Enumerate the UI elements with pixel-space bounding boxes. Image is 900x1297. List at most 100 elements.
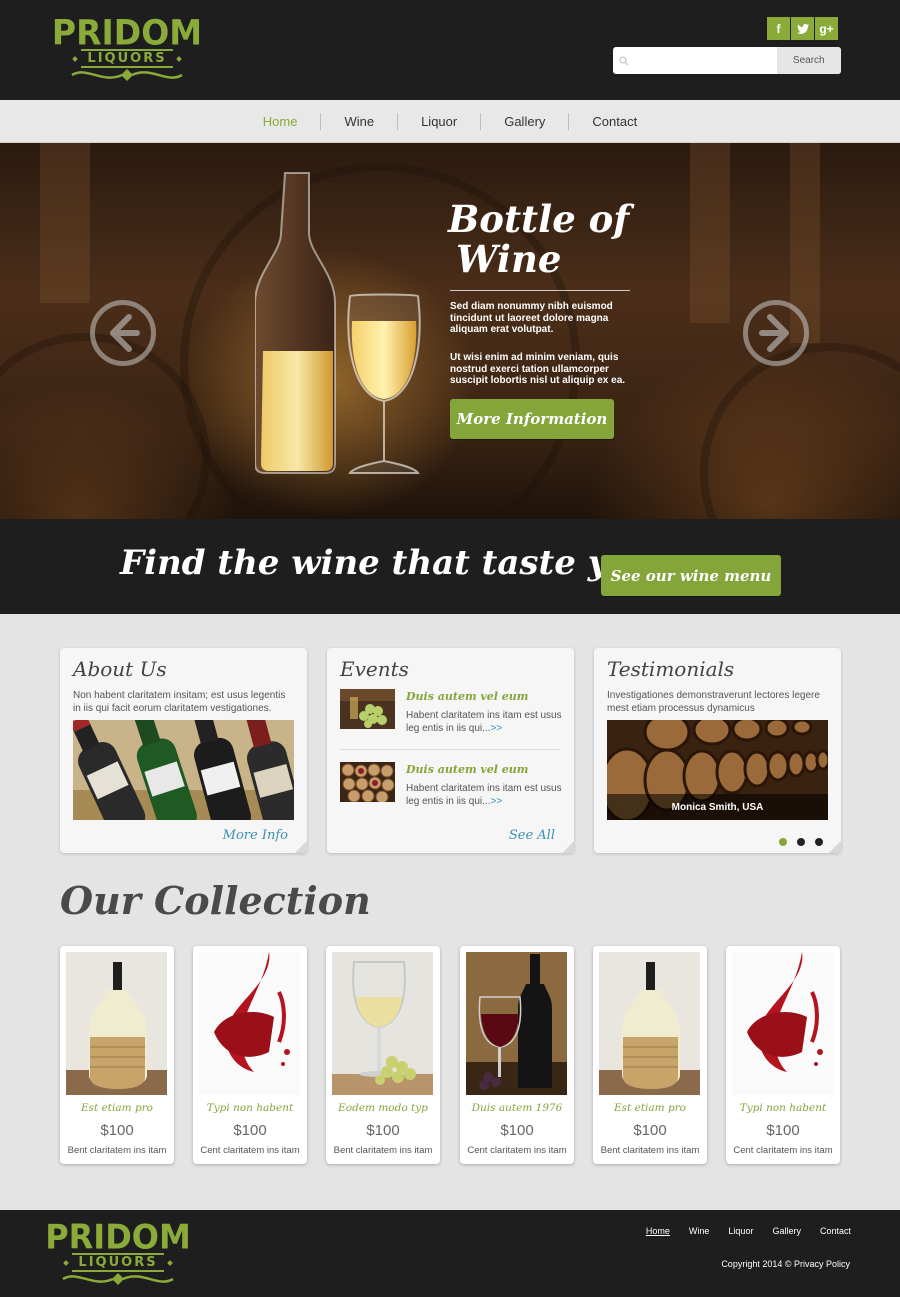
site-logo[interactable]: PRIDOM LIQUORS <box>52 15 202 82</box>
hero-title: Bottle of Wine <box>448 199 629 279</box>
logo-top-text: PRIDOM <box>51 12 203 53</box>
product-image-chianti-bottle <box>66 952 167 1095</box>
product-price: $100 <box>766 1122 800 1139</box>
testimonials-title: Testimonials <box>607 657 735 681</box>
product-image-red-wine-pour <box>199 952 300 1095</box>
events-box: Events Duis autem vel eum Habent clarita… <box>327 648 574 853</box>
product-card[interactable]: Eodem modo typ $100 Bent claritatem ins … <box>326 946 440 1164</box>
twitter-icon[interactable] <box>791 17 814 40</box>
see-all-link[interactable]: See All <box>509 828 555 843</box>
event-text: Habent claritatem ins itam est usus leg … <box>406 710 562 734</box>
product-description: Bent claritatem ins itam <box>333 1145 433 1156</box>
carousel-dot[interactable] <box>779 838 787 846</box>
product-image-white-wine-glass <box>332 952 433 1095</box>
carousel-dot[interactable] <box>815 838 823 846</box>
wine-bottles-image <box>73 720 294 820</box>
search-input[interactable] <box>634 47 777 74</box>
event-item[interactable]: Duis autem vel eum Habent claritatem ins… <box>340 689 562 734</box>
site-header: PRIDOM LIQUORS f g+ Search <box>0 0 900 100</box>
testimonials-text: Investigationes demonstraverunt lectores… <box>607 690 820 714</box>
tagline-bar: Find the wine that taste you See our win… <box>0 519 900 614</box>
product-card[interactable]: Typi non habent $100 Cent claritatem ins… <box>193 946 307 1164</box>
product-name: Typi non habent <box>739 1102 827 1114</box>
tagline-text: Find the wine that taste you <box>120 543 655 583</box>
main-nav: Home Wine Liquor Gallery Contact <box>0 100 900 143</box>
footer-nav-contact[interactable]: Contact <box>820 1226 851 1236</box>
copyright-text[interactable]: Copyright 2014 © Privacy Policy <box>721 1259 850 1269</box>
search-icon <box>613 47 635 74</box>
product-price: $100 <box>633 1122 667 1139</box>
footer-logo[interactable]: PRIDOM LIQUORS <box>45 1220 191 1286</box>
logo-ornament-icon <box>71 69 183 81</box>
product-name: Est etiam pro <box>80 1102 154 1114</box>
wine-bottle-glass-image <box>255 172 421 474</box>
hero-paragraph-2: Ut wisi enim ad minim veniam, quis nostr… <box>450 352 626 386</box>
carousel-dots <box>779 838 823 846</box>
testimonials-box: Testimonials Investigationes demonstrave… <box>594 648 841 853</box>
search-button[interactable]: Search <box>776 47 841 74</box>
product-image-chianti-bottle <box>599 952 700 1095</box>
event-text: Habent claritatem ins itam est usus leg … <box>406 783 562 807</box>
nav-item-home[interactable]: Home <box>240 113 321 130</box>
carousel-dot[interactable] <box>797 838 805 846</box>
hero-divider <box>450 290 630 291</box>
logo-ornament-icon <box>62 1273 174 1285</box>
next-slide-button[interactable] <box>743 300 809 366</box>
about-us-box: About Us Non habent claritatem insitam; … <box>60 648 307 853</box>
product-description: Cent claritatem ins itam <box>733 1145 833 1156</box>
about-us-title: About Us <box>73 657 167 681</box>
event-item[interactable]: Duis autem vel eum Habent claritatem ins… <box>340 762 562 807</box>
product-card[interactable]: Typi non habent $100 Cent claritatem ins… <box>726 946 840 1164</box>
footer-nav-wine[interactable]: Wine <box>689 1226 710 1236</box>
product-image-red-wine-pour <box>732 952 833 1095</box>
event-title: Duis autem vel eum <box>406 690 529 703</box>
event-thumbnail-corks <box>340 762 395 802</box>
footer-nav-liquor[interactable]: Liquor <box>728 1226 753 1236</box>
facebook-icon[interactable]: f <box>767 17 790 40</box>
footer-nav: Home Wine Liquor Gallery Contact <box>646 1226 851 1236</box>
prev-slide-button[interactable] <box>90 300 156 366</box>
arrow-right-icon <box>759 314 789 352</box>
product-price: $100 <box>100 1122 134 1139</box>
product-description: Cent claritatem ins itam <box>200 1145 300 1156</box>
event-title: Duis autem vel eum <box>406 763 529 776</box>
product-name: Typi non habent <box>206 1102 294 1114</box>
hero-slider: Bottle of Wine Sed diam nonummy nibh eui… <box>0 143 900 519</box>
footer-nav-home[interactable]: Home <box>646 1226 670 1236</box>
social-links: f g+ <box>767 17 838 40</box>
event-thumbnail-grapes <box>340 689 395 729</box>
google-plus-icon[interactable]: g+ <box>815 17 838 40</box>
product-price: $100 <box>500 1122 534 1139</box>
product-price: $100 <box>366 1122 400 1139</box>
read-more-link[interactable]: >> <box>491 723 503 734</box>
product-description: Bent claritatem ins itam <box>67 1145 167 1156</box>
product-name: Duis autem 1976 <box>471 1102 563 1114</box>
product-card[interactable]: Est etiam pro $100 Bent claritatem ins i… <box>60 946 174 1164</box>
barrels-image: Monica Smith, USA <box>607 720 828 820</box>
product-card[interactable]: Duis autem 1976 $100 Cent claritatem ins… <box>460 946 574 1164</box>
footer-nav-gallery[interactable]: Gallery <box>772 1226 801 1236</box>
product-name: Eodem modo typ <box>338 1102 428 1114</box>
more-information-button[interactable]: More Information <box>450 399 614 439</box>
events-title: Events <box>340 657 409 681</box>
product-description: Bent claritatem ins itam <box>600 1145 700 1156</box>
hero-title-line1: Bottle of <box>448 197 630 241</box>
nav-item-wine[interactable]: Wine <box>320 112 397 130</box>
logo-top-text: PRIDOM <box>45 1217 191 1257</box>
wine-menu-button[interactable]: See our wine menu <box>601 555 781 596</box>
nav-item-contact[interactable]: Contact <box>568 112 660 130</box>
product-image-red-wine-bottle-glass <box>466 952 567 1095</box>
arrow-left-icon <box>110 314 140 352</box>
nav-item-liquor[interactable]: Liquor <box>397 112 480 130</box>
hero-paragraph-1: Sed diam nonummy nibh euismod tincidunt … <box>450 301 613 335</box>
read-more-link[interactable]: >> <box>491 796 503 807</box>
nav-item-gallery[interactable]: Gallery <box>480 112 568 130</box>
divider <box>340 749 560 750</box>
product-price: $100 <box>233 1122 267 1139</box>
product-description: Cent claritatem ins itam <box>467 1145 567 1156</box>
about-us-text: Non habent claritatem insitam; est usus … <box>73 690 286 714</box>
product-card[interactable]: Est etiam pro $100 Bent claritatem ins i… <box>593 946 707 1164</box>
more-info-link[interactable]: More Info <box>223 828 288 843</box>
hero-title-line2: Wine <box>456 237 562 281</box>
search-box: Search <box>613 47 841 74</box>
